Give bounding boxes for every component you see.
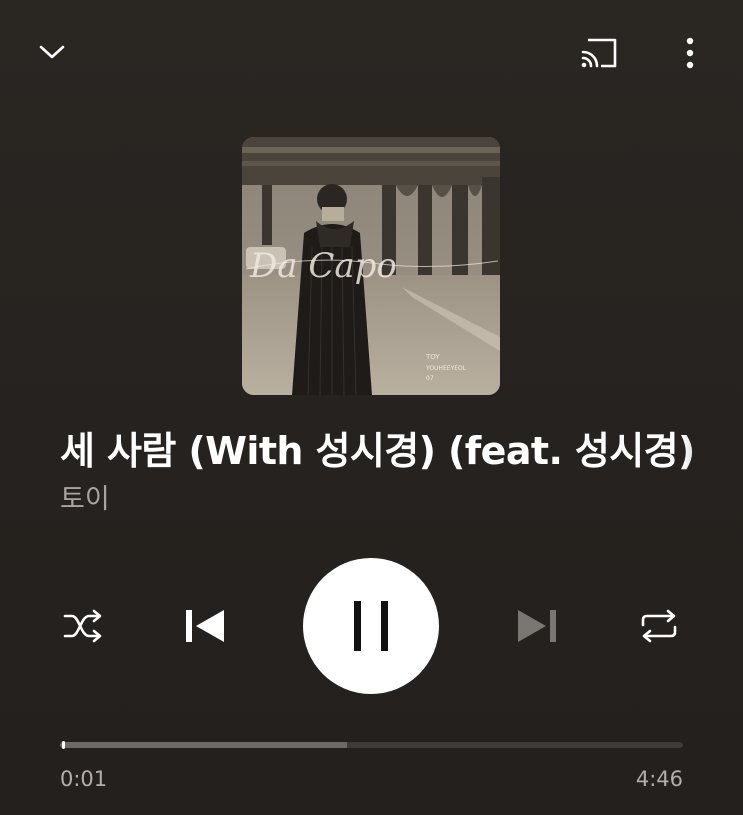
progress-played xyxy=(62,741,65,749)
pause-button[interactable] xyxy=(303,558,439,694)
shuffle-button[interactable] xyxy=(58,603,108,649)
pause-icon xyxy=(351,600,391,652)
artist-name[interactable]: 토이 xyxy=(60,480,110,520)
album-art: Da Capo TOY YOUHEEYEOL 07 xyxy=(242,137,500,395)
album-script-text: Da Capo xyxy=(249,246,397,286)
more-vertical-icon xyxy=(685,36,695,70)
shuffle-icon xyxy=(62,609,104,643)
skip-previous-icon xyxy=(182,606,226,646)
repeat-icon xyxy=(637,608,681,644)
next-button[interactable] xyxy=(512,601,564,651)
album-label-name: YOUHEEYEOL xyxy=(425,365,467,372)
cast-icon xyxy=(579,36,619,70)
album-label-artist: TOY xyxy=(425,353,440,361)
progress-bar[interactable] xyxy=(60,737,683,753)
collapse-button[interactable] xyxy=(30,30,74,74)
chevron-down-icon xyxy=(38,43,66,61)
album-label-number: 07 xyxy=(426,375,434,382)
previous-button[interactable] xyxy=(178,601,230,651)
track-title: 세 사람 (With 성시경) (feat. 성시경) xyxy=(60,429,695,473)
track-title-container: 세 사람 (With 성시경) (feat. 성시경) xyxy=(60,420,743,482)
elapsed-time: 0:01 xyxy=(60,767,108,791)
cast-button[interactable] xyxy=(572,30,626,76)
progress-buffered xyxy=(60,742,347,748)
more-options-button[interactable] xyxy=(668,30,712,76)
total-duration: 4:46 xyxy=(635,767,683,791)
repeat-button[interactable] xyxy=(633,603,685,649)
skip-next-icon xyxy=(516,606,560,646)
